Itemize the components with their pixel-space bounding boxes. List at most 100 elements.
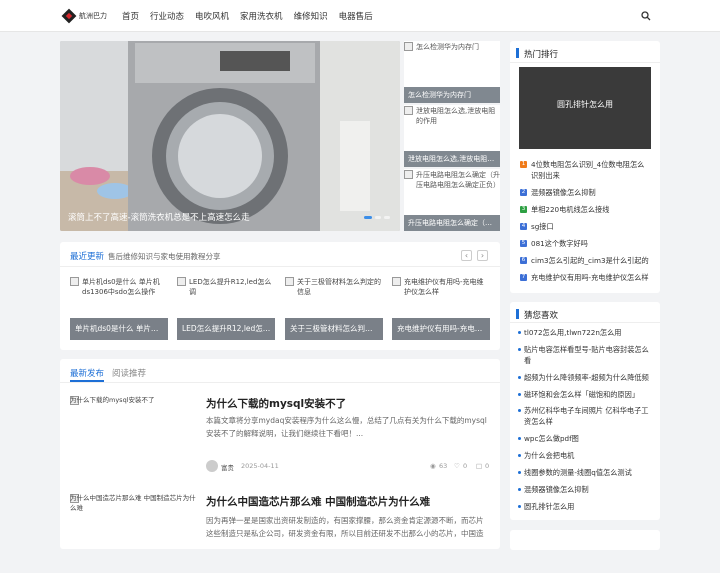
rank-badge: 6 — [520, 257, 527, 264]
thumbs-up-icon[interactable]: ♡ — [454, 462, 460, 470]
latest-item-caption[interactable]: 关于三极管材料怎么判… — [285, 318, 383, 340]
logo-text: 航洲巴力 — [79, 12, 107, 20]
article-thumb-alt: 为什么下载的mysql安装不了 — [70, 396, 155, 404]
hot-item[interactable]: 4位数电阻怎么识别_4位数电阻怎么识别出来 — [531, 159, 651, 181]
article-thumb[interactable]: 为什么下载的mysql安装不了 — [70, 395, 196, 475]
slider-caption[interactable]: 滚筒上不了高速-滚筒洗衣机总是不上高速怎么走 — [68, 211, 250, 223]
article-author[interactable]: 富贵 — [221, 462, 234, 472]
nav-home[interactable]: 首页 — [122, 10, 139, 22]
logo-mark-icon — [61, 8, 77, 24]
latest-title: 最近更新 — [70, 252, 105, 262]
hot-item[interactable]: cim3怎么引起的_cim3是什么引起的 — [531, 255, 651, 266]
hot-item[interactable]: sg接口 — [531, 221, 651, 232]
article-title[interactable]: 为什么下载的mysql安装不了 — [206, 396, 346, 411]
divider — [510, 62, 660, 63]
article-thumb-alt: 为什么中国造芯片那么难 中国制造芯片为什么难 — [70, 494, 196, 512]
nav-hairdryer[interactable]: 电吹风机 — [195, 10, 229, 22]
latest-item-4[interactable]: 充电维护仪有用吗-充电维护仪怎么样 充电维护仪有用吗-充电… — [392, 276, 490, 340]
latest-item-2[interactable]: LED怎么提升R12,led怎么调 LED怎么提升R12,led怎… — [177, 276, 275, 340]
bullet-icon — [518, 409, 521, 412]
latest-item-1[interactable]: 单片机ds0是什么 单片机ds1306中sdo怎么操作 单片机ds0是什么 单片… — [70, 276, 168, 340]
site-logo[interactable]: 航洲巴力 — [61, 8, 110, 24]
guess-item[interactable]: 超频为什么降领频率-超频为什么降低频 — [524, 372, 652, 383]
guess-item[interactable]: wpc怎么做pdf图 — [524, 433, 652, 444]
eye-icon: ◉ — [430, 462, 436, 470]
latest-subtitle: 售后维修知识与家电使用教程分享 — [108, 252, 221, 261]
latest-item-caption[interactable]: LED怎么提升R12,led怎… — [177, 318, 275, 340]
rank-badge: 5 — [520, 240, 527, 247]
main-nav: 首页 行业动态 电吹风机 家用洗衣机 维修知识 电器售后 — [122, 0, 384, 32]
guess-item[interactable]: 磁环饱和会怎么样「磁饱和的原因」 — [524, 389, 652, 400]
side-feature-caption[interactable]: 升压电路电阻怎么确定（… — [404, 215, 500, 231]
hot-item[interactable]: 混频器镜像怎么抑制 — [531, 187, 651, 198]
section-marker — [516, 309, 519, 319]
comment-icon[interactable]: □ — [476, 462, 482, 470]
divider — [510, 322, 660, 323]
side-feature-alt: 升压电路电阻怎么确定（升压电路电阻怎么确定正负） — [416, 171, 500, 189]
guess-item[interactable]: 贴片电容怎样看型号-贴片电容封装怎么看 — [524, 344, 652, 366]
bullet-icon — [518, 505, 521, 508]
hot-item[interactable]: 充电维护仪有用吗-充电维护仪怎么样 — [531, 272, 651, 283]
rank-badge: 4 — [520, 223, 527, 230]
guess-item[interactable]: 混频器镜像怎么抑制 — [524, 484, 652, 495]
avatar[interactable] — [206, 460, 218, 472]
rank-badge: 1 — [520, 161, 527, 168]
featured-slider[interactable]: 滚筒上不了高速-滚筒洗衣机总是不上高速怎么走 — [60, 41, 400, 231]
slider-dots[interactable] — [364, 216, 390, 219]
latest-item-3[interactable]: 关于三极管材料怎么判定的信息 关于三极管材料怎么判… — [285, 276, 383, 340]
article-title[interactable]: 为什么中国造芯片那么难 中国制造芯片为什么难 — [206, 494, 430, 509]
broken-image-icon — [70, 277, 79, 286]
hot-featured-image[interactable]: 圆孔排针怎么用 — [519, 67, 651, 149]
broken-image-icon — [404, 170, 413, 179]
side-feature-caption[interactable]: 泄放电阻怎么选,泄放电阻… — [404, 151, 500, 167]
latest-item-alt: 充电维护仪有用吗-充电维护仪怎么样 — [404, 278, 484, 296]
latest-item-caption[interactable]: 充电维护仪有用吗-充电… — [392, 318, 490, 340]
nav-repair[interactable]: 维修知识 — [294, 10, 328, 22]
bullet-icon — [518, 454, 521, 457]
bullet-icon — [518, 376, 521, 379]
search-icon[interactable] — [641, 11, 651, 21]
next-panel — [510, 530, 660, 550]
article-excerpt: 本篇文章将分享mydaq安装程序为什么这么慢，总结了几点有关为什么下载的mysq… — [206, 416, 487, 438]
nav-aftersales[interactable]: 电器售后 — [339, 10, 373, 22]
hot-item[interactable]: 081这个数字好吗 — [531, 238, 651, 249]
tab-recommended[interactable]: 阅读推荐 — [112, 367, 146, 379]
broken-image-icon — [404, 42, 413, 51]
nav-washer[interactable]: 家用洗衣机 — [240, 10, 283, 22]
article-date: 2025-04-11 — [241, 462, 279, 470]
guess-item[interactable]: 为什么会把电机 — [524, 450, 652, 461]
hot-item[interactable]: 单相220电机线怎么接线 — [531, 204, 651, 215]
washing-machine-photo — [60, 41, 400, 231]
side-feature-3[interactable]: 升压电路电阻怎么确定（升压电路电阻怎么确定正负） 升压电路电阻怎么确定（… — [404, 169, 500, 231]
broken-image-icon — [404, 106, 413, 115]
latest-item-alt: 关于三极管材料怎么判定的信息 — [297, 278, 381, 296]
latest-item-caption[interactable]: 单片机ds0是什么 单片… — [70, 318, 168, 340]
guess-item[interactable]: 苏州亿科华电子车间照片 亿科华电子工资怎么样 — [524, 405, 652, 427]
bullet-icon — [518, 488, 521, 491]
guess-item[interactable]: 圆孔排针怎么用 — [524, 501, 652, 512]
guess-item[interactable]: tl072怎么用,tlwn722n怎么用 — [524, 327, 652, 338]
rank-badge: 7 — [520, 274, 527, 281]
top-navbar: 航洲巴力 首页 行业动态 电吹风机 家用洗衣机 维修知识 电器售后 — [0, 0, 720, 32]
latest-item-alt: 单片机ds0是什么 单片机ds1306中sdo怎么操作 — [82, 278, 160, 296]
article-excerpt: 因为再弹一星是国家出资研发制造的，有国家撑腰，那么资金肯定源源不断，而芯片这些制… — [206, 516, 484, 538]
prev-arrow-icon[interactable]: ‹ — [461, 250, 472, 261]
nav-industry[interactable]: 行业动态 — [150, 10, 184, 22]
side-feature-caption[interactable]: 怎么检测华为内存门 — [404, 87, 500, 103]
side-feature-1[interactable]: 怎么检测华为内存门 怎么检测华为内存门 — [404, 41, 500, 103]
article-views: 63 — [439, 462, 448, 470]
latest-item-alt: LED怎么提升R12,led怎么调 — [189, 278, 272, 296]
article-thumb[interactable]: 为什么中国造芯片那么难 中国制造芯片为什么难 — [70, 493, 196, 573]
bullet-icon — [518, 393, 521, 396]
section-marker — [516, 48, 519, 58]
next-arrow-icon[interactable]: › — [477, 250, 488, 261]
side-feature-2[interactable]: 泄放电阻怎么选,泄放电阻的作用 泄放电阻怎么选,泄放电阻… — [404, 105, 500, 167]
side-feature-alt: 泄放电阻怎么选,泄放电阻的作用 — [416, 107, 496, 125]
broken-image-icon — [392, 277, 401, 286]
broken-image-icon — [177, 277, 186, 286]
hot-title: 热门排行 — [524, 50, 559, 60]
bullet-icon — [518, 331, 521, 334]
tab-latest[interactable]: 最新发布 — [70, 367, 104, 379]
guess-item[interactable]: 线圈参数的测量-线圈q值怎么测试 — [524, 467, 652, 478]
divider — [60, 382, 500, 383]
